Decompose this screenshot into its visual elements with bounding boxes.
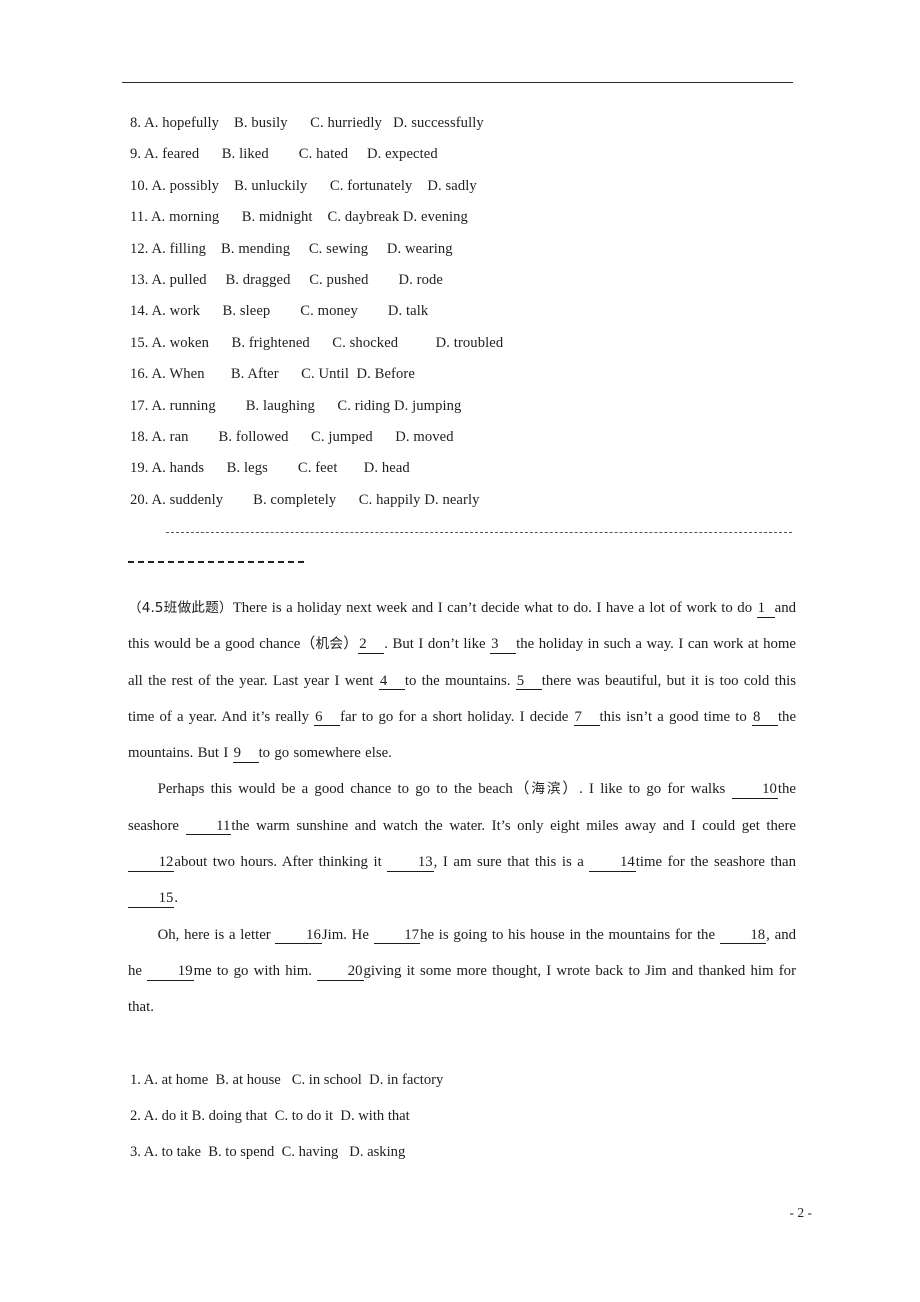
blank-12[interactable]: 12 (128, 855, 175, 872)
passage-paragraph-3: Oh, here is a letter 16Jim. He 17he is g… (128, 917, 796, 1026)
blank-20[interactable]: 20 (317, 963, 364, 981)
page-number: - 2 - (789, 1205, 813, 1220)
passage-text: to the mountains. (404, 672, 516, 689)
option-line: 17. A. running B. laughing C. riding D. … (130, 397, 462, 414)
cloze-passage: （4.5班做此题）There is a holiday next week an… (128, 590, 796, 1026)
passage-text: far to go for a short holiday. I decide (340, 708, 574, 725)
blank-6[interactable]: 6 (314, 709, 341, 727)
passage-text: . But I don’t like (384, 636, 491, 653)
blank-16[interactable]: 16 (275, 927, 322, 945)
blank-13[interactable]: 13 (387, 855, 434, 872)
blank-7[interactable]: 7 (573, 709, 600, 727)
blank-8[interactable]: 8 (751, 709, 778, 727)
passage-text: the warm sunshine and watch the water. I… (231, 817, 796, 834)
passage-text: , I am sure that this is a (433, 854, 590, 871)
passage-text: There is a holiday next week and I can’t… (232, 600, 757, 616)
option-line: 20. A. suddenly B. completely C. happily… (130, 491, 480, 508)
passage-text: ） (343, 636, 359, 653)
blank-3[interactable]: 3 (490, 637, 517, 654)
passage-text: Perhaps this would be a good chance to g… (157, 781, 532, 798)
cloze-options-upper: 8. A. hopefully B. busily C. hurriedly D… (130, 108, 830, 516)
passage-text: about two hours. After thinking it (174, 854, 388, 871)
section-divider-dashed-long (166, 532, 792, 533)
passage-text: this isn’t a good time to (599, 708, 752, 725)
option-line: 10. A. possibly B. unluckily C. fortunat… (130, 177, 477, 194)
gloss-chance: 机会 (315, 636, 344, 653)
blank-2[interactable]: 2 (358, 637, 385, 654)
option-line: 18. A. ran B. followed C. jumped D. move… (130, 429, 454, 446)
option-line: 9. A. feared B. liked C. hated D. expect… (130, 146, 438, 163)
option-line: 13. A. pulled B. dragged C. pushed D. ro… (130, 272, 443, 289)
option-line: 12. A. filling B. mending C. sewing D. w… (130, 240, 453, 257)
document-page: 8. A. hopefully B. busily C. hurriedly D… (0, 0, 920, 1302)
blank-4[interactable]: 4 (378, 673, 405, 691)
passage-text: he is going to his house in the mountain… (420, 926, 720, 943)
blank-11[interactable]: 11 (185, 818, 232, 836)
gloss-seashore: 海滨 (531, 781, 563, 798)
blank-18[interactable]: 18 (719, 927, 767, 945)
blank-17[interactable]: 17 (373, 927, 421, 945)
passage-text: Jim. He (321, 926, 374, 943)
header-divider-rule (122, 82, 793, 83)
option-line: 11. A. morning B. midnight C. daybreak D… (130, 209, 468, 226)
option-line: 19. A. hands B. legs C. feet D. head (130, 460, 410, 477)
passage-text: ）. I like to go for walks (562, 781, 732, 798)
class-note-label: （4.5班做此题） (128, 600, 233, 616)
option-line: 16. A. When B. After C. Until D. Before (130, 366, 415, 383)
passage-text: time for the seashore than (635, 854, 796, 871)
option-line: 2. A. do it B. doing that C. to do it D.… (130, 1108, 410, 1124)
option-line: 14. A. work B. sleep C. money D. talk (130, 303, 429, 320)
cloze-options-lower: 1. A. at home B. at house C. in school D… (130, 1062, 830, 1170)
option-line: 15. A. woken B. frightened C. shocked D.… (130, 334, 504, 351)
blank-5[interactable]: 5 (515, 673, 542, 691)
passage-text: to go somewhere else. (258, 745, 392, 762)
passage-text: Oh, here is a letter (157, 926, 276, 943)
blank-15[interactable]: 15 (128, 891, 175, 908)
passage-paragraph-1: （4.5班做此题）There is a holiday next week an… (128, 590, 796, 771)
passage-paragraph-2: Perhaps this would be a good chance to g… (128, 771, 796, 916)
blank-10[interactable]: 10 (731, 782, 778, 800)
blank-14[interactable]: 14 (589, 855, 636, 872)
blank-19[interactable]: 19 (147, 963, 194, 981)
passage-text: me to go with him. (193, 962, 318, 979)
option-line: 1. A. at home B. at house C. in school D… (130, 1072, 444, 1088)
option-line: 3. A. to take B. to spend C. having D. a… (130, 1144, 406, 1160)
section-divider-dashed-short (128, 561, 304, 563)
passage-text: . (174, 890, 179, 907)
blank-1[interactable]: 1 (756, 600, 775, 618)
blank-9[interactable]: 9 (232, 746, 259, 763)
option-line: 8. A. hopefully B. busily C. hurriedly D… (130, 115, 484, 131)
